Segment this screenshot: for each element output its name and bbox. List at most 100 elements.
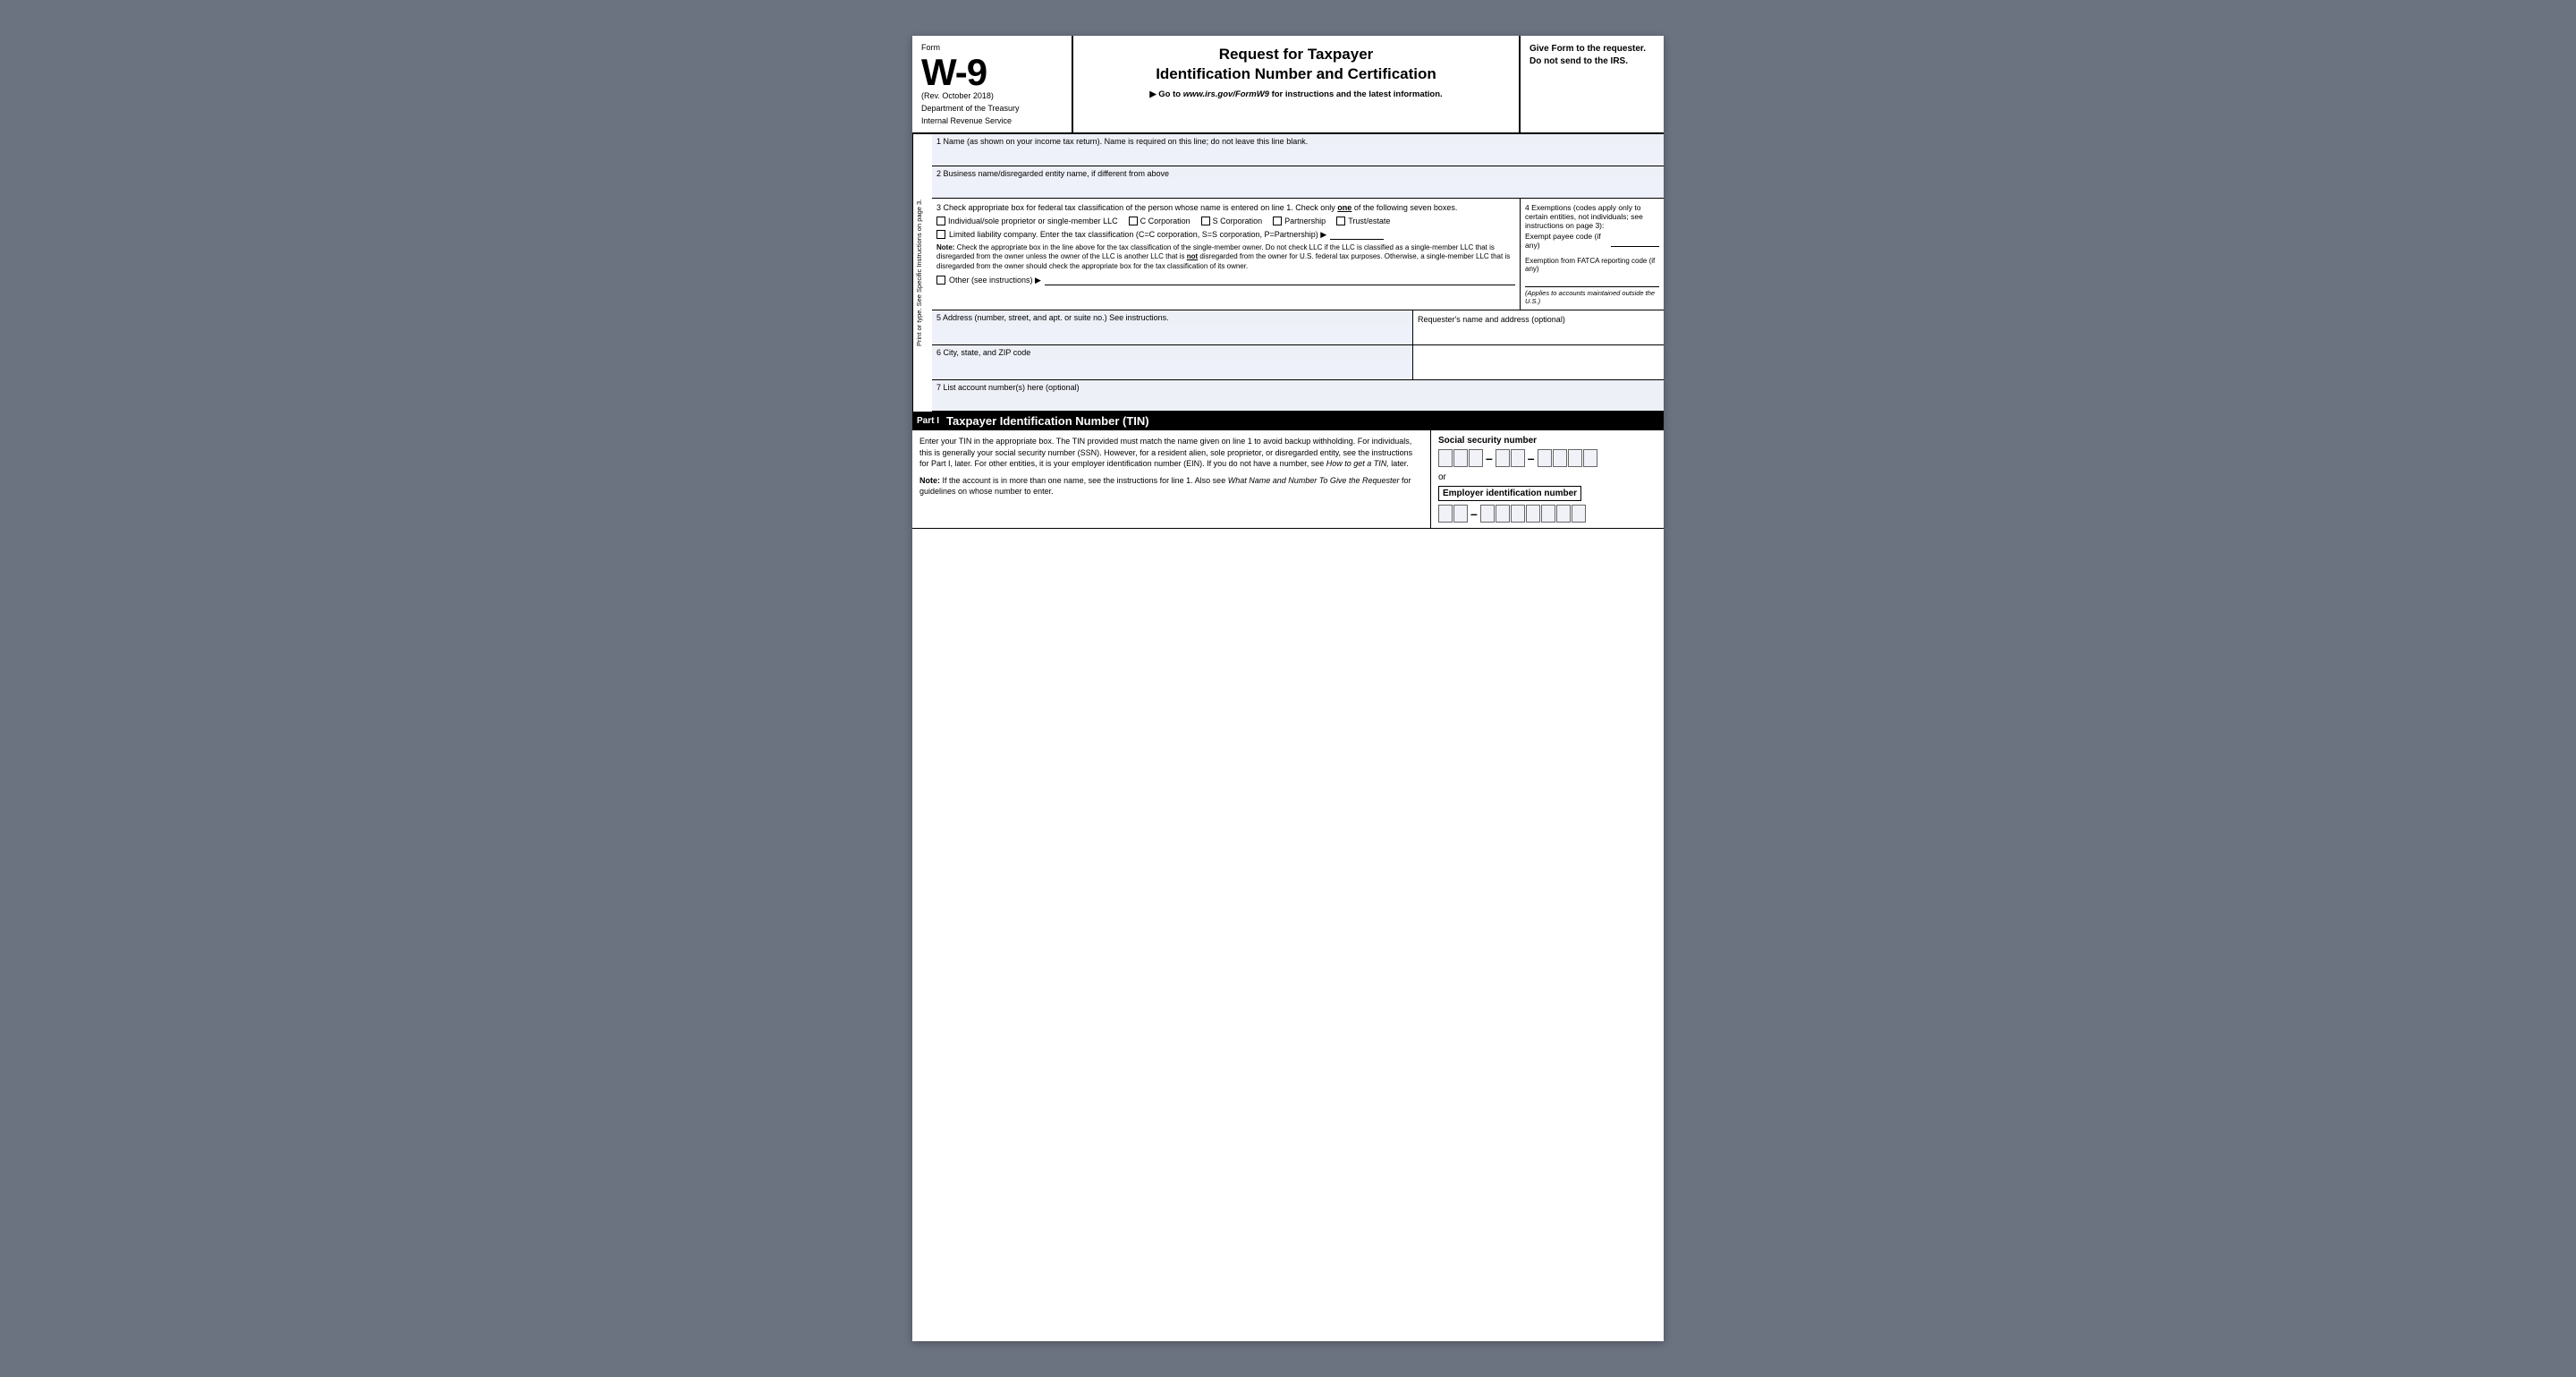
part1-title: Taxpayer Identification Number (TIN) xyxy=(946,414,1149,428)
header-center: Request for Taxpayer Identification Numb… xyxy=(1073,36,1521,132)
section3-right: 4 Exemptions (codes apply only to certai… xyxy=(1521,199,1664,310)
ssn-cell-4[interactable] xyxy=(1496,449,1510,467)
cb-individual-box[interactable] xyxy=(936,217,945,225)
city-row: 6 City, state, and ZIP code xyxy=(932,345,1664,380)
form-header: Form W-9 (Rev. October 2018) Department … xyxy=(912,36,1664,134)
ssn-box-row: – – xyxy=(1438,449,1657,467)
part1-note: Note: If the account is in more than one… xyxy=(919,475,1423,497)
cb-s-corp: S Corporation xyxy=(1201,217,1263,225)
header-right: Give Form to the requester. Do not send … xyxy=(1521,36,1664,132)
ssn-cell-5[interactable] xyxy=(1511,449,1525,467)
ein-cell-1[interactable] xyxy=(1438,505,1453,523)
address-left: 5 Address (number, street, and apt. or s… xyxy=(932,310,1413,344)
or-text: or xyxy=(1438,472,1657,482)
field2-row: 2 Business name/disregarded entity name,… xyxy=(932,166,1664,199)
side-label: Print or type. See Specific Instructions… xyxy=(912,134,932,412)
address-section: 5 Address (number, street, and apt. or s… xyxy=(932,310,1664,345)
form-number: W-9 xyxy=(921,54,1063,91)
field5-input[interactable] xyxy=(932,325,1412,344)
field1-row: 1 Name (as shown on your income tax retu… xyxy=(932,134,1664,166)
field7-row: 7 List account number(s) here (optional) xyxy=(932,380,1664,412)
field6-label: 6 City, state, and ZIP code xyxy=(932,345,1412,360)
field2-input[interactable] xyxy=(932,178,1664,198)
field5-label: 5 Address (number, street, and apt. or s… xyxy=(932,310,1412,325)
ein-cell-9[interactable] xyxy=(1572,505,1586,523)
llc-input[interactable] xyxy=(1330,229,1384,240)
requester-label: Requester's name and address (optional) xyxy=(1418,315,1565,324)
part1-left: Enter your TIN in the appropriate box. T… xyxy=(912,430,1431,528)
other-input[interactable] xyxy=(1045,275,1515,285)
city-right-filler xyxy=(1413,345,1664,379)
ein-cell-8[interactable] xyxy=(1556,505,1571,523)
city-left: 6 City, state, and ZIP code xyxy=(932,345,1413,379)
part1-body: Enter your TIN in the appropriate box. T… xyxy=(912,430,1664,529)
form-fields: 1 Name (as shown on your income tax retu… xyxy=(932,134,1664,412)
ssn-cell-2[interactable] xyxy=(1453,449,1468,467)
ssn-label: Social security number xyxy=(1438,436,1657,446)
cb-c-corp-box[interactable] xyxy=(1129,217,1138,225)
section3-left: 3 Check appropriate box for federal tax … xyxy=(932,199,1521,310)
applies-text: (Applies to accounts maintained outside … xyxy=(1525,289,1659,305)
ein-cell-7[interactable] xyxy=(1541,505,1555,523)
part1-label: Part I xyxy=(917,416,939,426)
ein-cell-5[interactable] xyxy=(1511,505,1525,523)
form-dept2: Internal Revenue Service xyxy=(921,116,1063,125)
checkbox-row: Individual/sole proprietor or single-mem… xyxy=(936,217,1515,225)
cb-partnership: Partnership xyxy=(1273,217,1326,225)
field1-label: 1 Name (as shown on your income tax retu… xyxy=(932,134,1664,146)
requester-box: Requester's name and address (optional) xyxy=(1413,310,1664,344)
cb-other-box[interactable] xyxy=(936,276,945,285)
ein-cell-6[interactable] xyxy=(1526,505,1540,523)
exemptions-header: 4 Exemptions (codes apply only to certai… xyxy=(1525,203,1659,230)
field2-label: 2 Business name/disregarded entity name,… xyxy=(932,166,1664,178)
fatca-label: Exemption from FATCA reporting code (if … xyxy=(1525,257,1659,273)
ein-box-row: – xyxy=(1438,505,1657,523)
ssn-cell-7[interactable] xyxy=(1553,449,1567,467)
cb-individual: Individual/sole proprietor or single-mem… xyxy=(936,217,1118,225)
ssn-cell-8[interactable] xyxy=(1568,449,1582,467)
ein-cell-3[interactable] xyxy=(1480,505,1495,523)
cb-llc-box[interactable] xyxy=(936,230,945,239)
exempt-payee-label: Exempt payee code (if any) xyxy=(1525,232,1607,250)
cb-c-corp: C Corporation xyxy=(1129,217,1191,225)
cb-s-corp-box[interactable] xyxy=(1201,217,1210,225)
exempt-payee-input[interactable] xyxy=(1611,234,1659,247)
ssn-cell-3[interactable] xyxy=(1469,449,1483,467)
form-body: Print or type. See Specific Instructions… xyxy=(912,134,1664,412)
form-title: Request for Taxpayer Identification Numb… xyxy=(1087,45,1505,84)
field1-input[interactable] xyxy=(932,146,1664,166)
part1-paragraph1: Enter your TIN in the appropriate box. T… xyxy=(919,436,1423,470)
ssn-cell-6[interactable] xyxy=(1538,449,1552,467)
other-row: Other (see instructions) ▶ xyxy=(936,275,1515,285)
ein-segment2 xyxy=(1480,505,1586,523)
ein-cell-4[interactable] xyxy=(1496,505,1510,523)
header-left: Form W-9 (Rev. October 2018) Department … xyxy=(912,36,1073,132)
section3-header: 3 Check appropriate box for federal tax … xyxy=(936,203,1515,212)
ein-label: Employer identification number xyxy=(1438,486,1581,501)
w9-form: Form W-9 (Rev. October 2018) Department … xyxy=(912,36,1664,1341)
ssn-dash2: – xyxy=(1528,451,1535,465)
ein-dash: – xyxy=(1470,506,1478,521)
field7-label: 7 List account number(s) here (optional) xyxy=(936,383,1080,392)
ssn-dash1: – xyxy=(1486,451,1493,465)
form-url: ▶ Go to www.irs.gov/FormW9 for instructi… xyxy=(1087,89,1505,99)
form-rev: (Rev. October 2018) xyxy=(921,91,1063,100)
note-section3: Note: Check the appropriate box in the l… xyxy=(936,243,1515,271)
ssn-segment1 xyxy=(1438,449,1483,467)
cb-trust-box[interactable] xyxy=(1336,217,1345,225)
ssn-segment2 xyxy=(1496,449,1525,467)
cb-partnership-box[interactable] xyxy=(1273,217,1282,225)
ssn-segment3 xyxy=(1538,449,1597,467)
ssn-cell-9[interactable] xyxy=(1583,449,1597,467)
exempt-payee-row: Exempt payee code (if any) xyxy=(1525,232,1659,250)
field6-input[interactable] xyxy=(932,360,1412,379)
ein-cell-2[interactable] xyxy=(1453,505,1468,523)
ein-segment1 xyxy=(1438,505,1468,523)
part1-right: Social security number – – xyxy=(1431,430,1664,528)
cb-trust: Trust/estate xyxy=(1336,217,1390,225)
llc-row: Limited liability company. Enter the tax… xyxy=(936,229,1515,240)
part1-header: Part I Taxpayer Identification Number (T… xyxy=(912,412,1664,430)
fatca-input[interactable] xyxy=(1525,275,1659,287)
section3-wrapper: 3 Check appropriate box for federal tax … xyxy=(932,199,1664,310)
ssn-cell-1[interactable] xyxy=(1438,449,1453,467)
